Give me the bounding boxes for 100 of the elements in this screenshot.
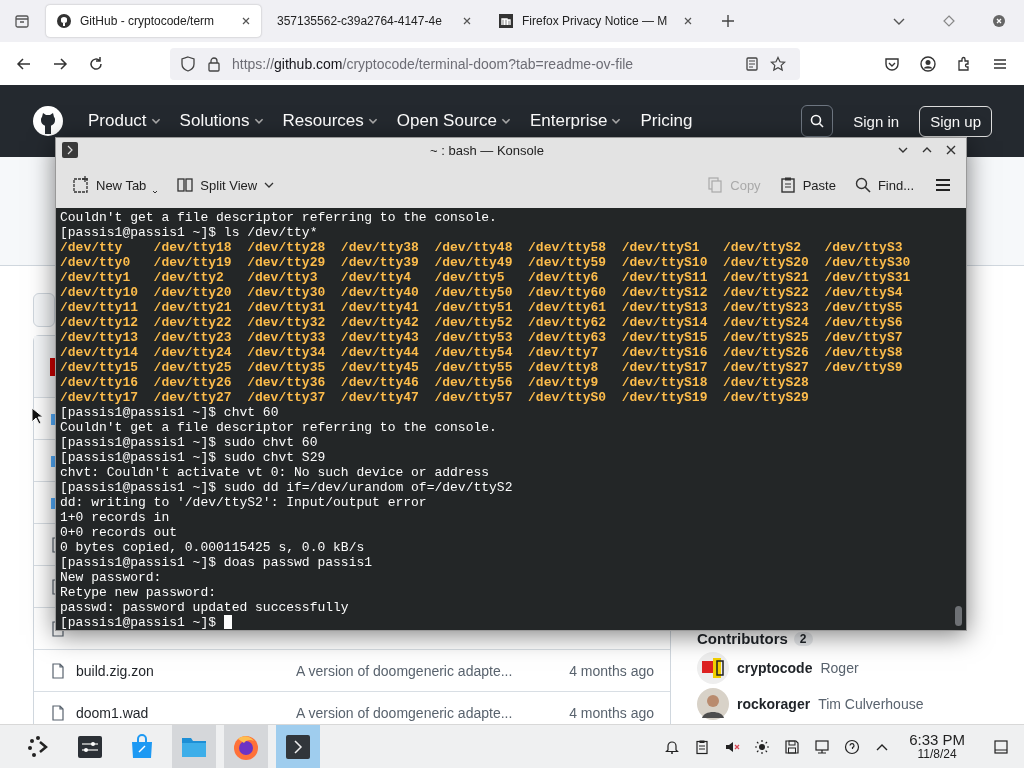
device-file-name: /dev/tty37 <box>247 390 327 405</box>
device-file-name: /dev/ttyS11 <box>621 270 709 285</box>
device-file-name: /dev/tty <box>60 240 124 255</box>
device-file-name: /dev/tty51 <box>434 300 514 315</box>
puzzle-icon[interactable] <box>956 55 972 72</box>
device-file-name: /dev/tty33 <box>247 330 327 345</box>
help-icon[interactable] <box>844 738 861 755</box>
device-file-name: /dev/tty45 <box>340 360 420 375</box>
device-file-name: /dev/tty62 <box>528 315 608 330</box>
device-file-name: /dev/ttyS23 <box>723 300 810 315</box>
device-file-name: /dev/tty27 <box>153 390 233 405</box>
commit-message-link[interactable]: A version of doomgeneric adapte... <box>296 704 546 721</box>
device-file-name: /dev/tty28 <box>247 240 327 255</box>
device-file-name: /dev/ttyS15 <box>621 330 709 345</box>
split-view-icon <box>176 176 195 194</box>
account-icon[interactable] <box>920 55 936 72</box>
diamond-icon[interactable] <box>942 14 956 28</box>
device-file-name: /dev/tty1 <box>60 270 132 285</box>
address-bar[interactable]: https://github.com/cryptocode/terminal-doom?tab=readme-ov-file <box>170 47 800 80</box>
nav-menu-item[interactable]: Solutions <box>179 111 265 131</box>
toolbar-button[interactable]: New Tab <box>72 176 159 194</box>
nav-menu-item[interactable]: Product <box>88 111 162 131</box>
github-logo-icon[interactable] <box>32 105 64 137</box>
device-file-name: /dev/tty42 <box>340 315 420 330</box>
reload-icon[interactable] <box>88 55 104 72</box>
toolbar-button[interactable]: Split View <box>176 176 276 194</box>
forward-icon[interactable] <box>52 55 68 72</box>
close-icon[interactable] <box>944 143 958 157</box>
clipboard-icon <box>778 176 797 194</box>
close-icon[interactable] <box>241 16 251 26</box>
device-file-name: /dev/ttyS22 <box>723 285 810 300</box>
device-file-name: /dev/ttyS27 <box>723 360 810 375</box>
toolbar-button[interactable]: Find... <box>853 176 914 194</box>
device-file-name: /dev/tty3 <box>247 270 319 285</box>
nav-menu-item[interactable]: Open Source <box>396 111 512 131</box>
browser-tab[interactable]: 357135562-c39a2764-4147-4e <box>267 5 482 37</box>
back-icon[interactable] <box>16 55 32 72</box>
toolbar-button[interactable]: Paste <box>778 176 836 194</box>
close-icon[interactable] <box>683 16 693 26</box>
network-icon[interactable] <box>814 738 831 755</box>
device-file-name: /dev/ttyS19 <box>621 390 709 405</box>
new-tab-icon[interactable] <box>721 14 735 28</box>
browser-tab[interactable]: GitHub - cryptocode/term <box>46 5 261 37</box>
device-file-name: /dev/tty58 <box>528 240 608 255</box>
terminal-line: [passis1@passis1 ~]$ chvt 60 <box>60 405 279 420</box>
clipboard-icon[interactable] <box>694 738 711 755</box>
brightness-icon[interactable] <box>754 738 771 755</box>
pocket-icon[interactable] <box>884 55 900 72</box>
close-icon[interactable] <box>992 14 1006 28</box>
device-file-name: /dev/ttyS8 <box>824 345 904 360</box>
count-badge: 2 <box>793 631 813 646</box>
copy-icon <box>706 176 725 194</box>
tab-list-icon[interactable] <box>14 13 30 29</box>
device-file-name: /dev/tty29 <box>247 255 327 270</box>
sign-in-link[interactable]: Sign in <box>853 112 900 130</box>
menu-icon[interactable] <box>934 176 952 194</box>
device-file-name: /dev/tty36 <box>247 375 327 390</box>
contributor-link[interactable]: rockorager <box>737 696 811 712</box>
device-file-name: /dev/tty39 <box>340 255 420 270</box>
device-file-name: /dev/ttyS29 <box>723 390 810 405</box>
device-file-name: /dev/tty30 <box>247 285 327 300</box>
sign-up-button[interactable]: Sign up <box>919 105 992 137</box>
device-file-name: /dev/ttyS4 <box>824 285 904 300</box>
device-file-name: /dev/tty22 <box>153 315 233 330</box>
file-name-link[interactable]: build.zig.zon <box>76 662 296 679</box>
taskbar-app[interactable] <box>276 725 320 768</box>
device-file-name: /dev/tty60 <box>528 285 608 300</box>
nav-menu-item[interactable]: Pricing <box>640 111 693 131</box>
device-file-name: /dev/tty6 <box>528 270 600 285</box>
avatar[interactable] <box>697 688 729 720</box>
terminal-line: Couldn't get a file descriptor referring to the console. <box>60 420 497 435</box>
contributor-name: Tim Culverhouse <box>818 696 924 712</box>
nav-menu-item[interactable]: Resources <box>282 111 379 131</box>
terminal-line: dd: writing to '/dev/ttyS2': Input/output error <box>60 495 427 510</box>
device-file-name: /dev/ttyS24 <box>723 315 810 330</box>
device-file-name: /dev/ttyS2 <box>723 240 803 255</box>
device-file-name: /dev/tty48 <box>434 240 514 255</box>
device-file-name: /dev/ttyS12 <box>621 285 709 300</box>
browser-tab[interactable]: Firefox Privacy Notice — M <box>488 5 703 37</box>
bell-icon[interactable] <box>664 738 681 755</box>
commit-message-link[interactable]: A version of doomgeneric adapte... <box>296 662 546 679</box>
file-name-link[interactable]: doom1.wad <box>76 704 296 721</box>
clock[interactable]: 6:33 PM 11/8/24 <box>909 731 965 762</box>
show-desktop-icon[interactable] <box>993 738 1009 755</box>
device-file-name: /dev/tty21 <box>153 300 233 315</box>
star-icon[interactable] <box>770 55 786 72</box>
scrollbar-handle[interactable] <box>955 606 962 626</box>
device-file-name: /dev/tty50 <box>434 285 514 300</box>
terminal-line: 1+0 records in <box>60 510 170 525</box>
terminal-line: Couldn't get a file descriptor referring to the console. <box>60 210 497 225</box>
avatar[interactable] <box>697 652 729 684</box>
device-file-name: /dev/tty49 <box>434 255 514 270</box>
contributors-heading[interactable]: Contributors <box>697 630 788 647</box>
device-file-name: /dev/tty43 <box>340 330 420 345</box>
contributor-link[interactable]: cryptocode <box>737 660 813 676</box>
device-file-name: /dev/tty0 <box>60 255 132 270</box>
reader-view-icon[interactable] <box>744 55 760 72</box>
device-file-name: /dev/ttyS7 <box>824 330 904 345</box>
nav-menu-item[interactable]: Enterprise <box>530 111 623 131</box>
close-icon[interactable] <box>462 16 472 26</box>
